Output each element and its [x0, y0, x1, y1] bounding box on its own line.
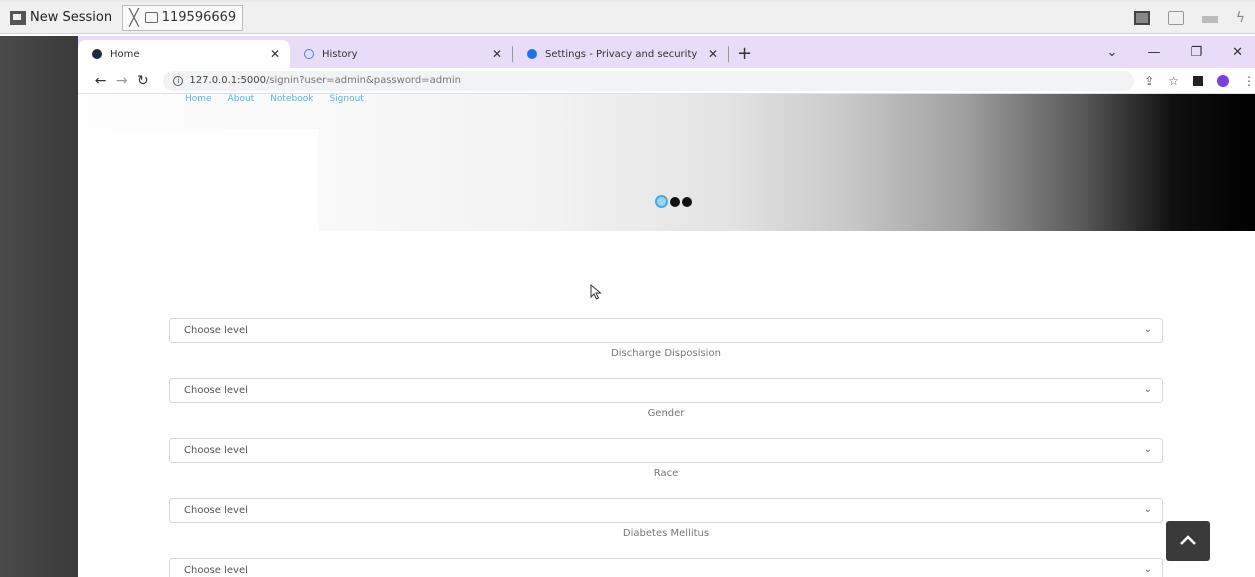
monitor-icon	[144, 12, 158, 23]
page-viewport: Home About Notebook Signout Choose level…	[78, 94, 1255, 577]
tab-settings[interactable]: Settings - Privacy and security ✕	[513, 40, 728, 68]
session-title-label: New Session	[30, 10, 113, 25]
chevron-down-icon: ⌄	[1143, 324, 1152, 335]
left-dark-panel	[0, 36, 78, 577]
select-placeholder: Choose level	[184, 565, 248, 576]
next-level-select[interactable]: Choose level ⌄	[169, 558, 1163, 577]
close-icon[interactable]: ✕	[708, 47, 718, 61]
carousel-indicators	[655, 195, 692, 208]
gear-icon	[527, 49, 537, 59]
chevron-down-icon: ⌄	[1143, 564, 1152, 575]
side-panel-icon[interactable]	[1193, 75, 1204, 86]
select-placeholder: Choose level	[184, 445, 248, 456]
carousel-dot-3[interactable]	[682, 196, 692, 207]
nav-about[interactable]: About	[228, 94, 255, 108]
browser-window: Home ✕ History ✕ Settings - Privacy and …	[78, 36, 1255, 577]
profile-avatar-icon[interactable]	[1217, 74, 1230, 87]
address-bar[interactable]: i 127.0.0.1:5000/signin?user=admin&passw…	[163, 70, 1135, 91]
display-icon[interactable]	[1133, 10, 1150, 25]
race-select[interactable]: Choose level ⌄	[169, 438, 1163, 463]
toolbar: ← → ↻ i 127.0.0.1:5000/signin?user=admin…	[78, 68, 1255, 94]
tab-label: Home	[110, 48, 140, 60]
remote-session-bar: New Session ╳ 119596669 ϟ	[0, 0, 1255, 34]
screen: New Session ╳ 119596669 ϟ Home ✕ History…	[0, 0, 1255, 577]
field-discharge-disposition: Choose level ⌄ Discharge Disposision	[169, 318, 1163, 378]
tab-label: Settings - Privacy and security	[545, 48, 698, 60]
chevron-up-icon	[1180, 535, 1196, 545]
session-tab[interactable]: ╳ 119596669	[122, 4, 244, 31]
field-label: Diabetes Mellitus	[622, 528, 710, 539]
gender-select[interactable]: Choose level ⌄	[169, 378, 1163, 403]
history-icon	[304, 49, 314, 59]
hero-carousel	[88, 94, 1255, 231]
discharge-disposition-select[interactable]: Choose level ⌄	[169, 318, 1163, 343]
session-tab-label: 119596669	[161, 10, 237, 25]
tab-separator	[728, 46, 729, 62]
field-label: Race	[653, 468, 679, 479]
field-diabetes-mellitus: Choose level ⌄ Diabetes Mellitus	[169, 498, 1163, 558]
field-gender: Choose level ⌄ Gender	[169, 378, 1163, 438]
window-icon[interactable]	[1167, 10, 1184, 25]
nav-home[interactable]: Home	[185, 94, 212, 108]
restore-button[interactable]: ❐	[1190, 45, 1202, 60]
close-icon[interactable]: ✕	[492, 47, 502, 61]
info-icon[interactable]: i	[173, 75, 184, 86]
field-label: Gender	[647, 408, 685, 419]
chevron-down-icon: ⌄	[1143, 384, 1152, 395]
tab-home[interactable]: Home ✕	[78, 40, 290, 68]
session-app-icon	[10, 10, 26, 25]
site-nav: Home About Notebook Signout	[185, 94, 364, 108]
carousel-dot-2[interactable]	[670, 196, 680, 207]
forward-button[interactable]: →	[111, 73, 132, 89]
url-path: /signin?user=admin&password=admin	[265, 75, 461, 86]
share-icon[interactable]: ⇪	[1144, 74, 1154, 88]
field-next: Choose level ⌄	[169, 558, 1163, 577]
select-placeholder: Choose level	[184, 325, 248, 336]
nav-signout[interactable]: Signout	[329, 94, 363, 108]
hero-slide-light	[88, 129, 318, 231]
tab-search-icon[interactable]: ⌄	[1107, 45, 1118, 60]
nav-notebook[interactable]: Notebook	[270, 94, 313, 108]
x-logo-icon: ╳	[129, 8, 139, 27]
database-icon	[92, 49, 102, 59]
tab-label: History	[322, 48, 358, 60]
close-window-button[interactable]: ✕	[1232, 45, 1243, 60]
mouse-cursor-icon	[590, 284, 602, 300]
star-icon[interactable]: ☆	[1168, 74, 1179, 88]
diabetes-mellitus-select[interactable]: Choose level ⌄	[169, 498, 1163, 523]
keyboard-icon[interactable]	[1201, 15, 1218, 23]
carousel-dot-1[interactable]	[655, 195, 668, 208]
chevron-down-icon: ⌄	[1143, 444, 1152, 455]
window-controls: ⌄ — ❐ ✕	[1107, 36, 1255, 68]
new-tab-button[interactable]: +	[737, 43, 752, 64]
prediction-form: Choose level ⌄ Discharge Disposision Cho…	[169, 318, 1163, 577]
reload-button[interactable]: ↻	[132, 73, 153, 89]
close-icon[interactable]: ✕	[270, 47, 280, 61]
field-race: Choose level ⌄ Race	[169, 438, 1163, 498]
minimize-button[interactable]: —	[1147, 45, 1160, 60]
tab-history[interactable]: History ✕	[290, 40, 512, 68]
select-placeholder: Choose level	[184, 505, 248, 516]
bolt-icon[interactable]: ϟ	[1236, 10, 1245, 26]
url-host: 127.0.0.1:5000	[189, 75, 266, 86]
tab-strip: Home ✕ History ✕ Settings - Privacy and …	[78, 36, 1255, 68]
chevron-down-icon: ⌄	[1143, 504, 1152, 515]
session-title[interactable]: New Session	[0, 2, 112, 33]
back-button[interactable]: ←	[90, 73, 111, 89]
menu-icon[interactable]: ⋮	[1243, 74, 1255, 88]
scroll-to-top-button[interactable]	[1166, 521, 1210, 561]
select-placeholder: Choose level	[184, 385, 248, 396]
field-label: Discharge Disposision	[611, 348, 721, 359]
